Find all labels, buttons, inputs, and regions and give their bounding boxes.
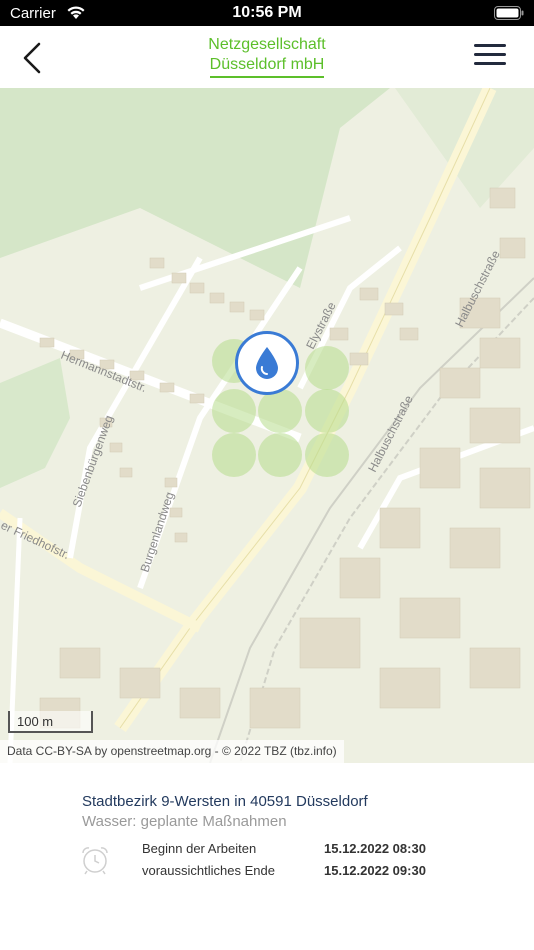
water-drop-marker[interactable] [235,331,299,395]
company-logo: Netzgesellschaft Düsseldorf mbH [0,35,534,78]
alarm-clock-icon [82,847,108,875]
nav-bar: Netzgesellschaft Düsseldorf mbH [0,26,534,88]
street-label: er Friedhofstr. [0,518,72,562]
street-label: Burgenlandweg [138,490,177,574]
logo-line1: Netzgesellschaft [208,36,326,53]
end-value: 15.12.2022 09:30 [324,863,426,878]
location-title: Stadtbezirk 9-Wersten in 40591 Düsseldor… [82,793,368,810]
clock-time: 10:56 PM [232,4,302,21]
water-drop-icon [256,347,278,379]
map-attribution[interactable]: Data CC-BY-SA by openstreetmap.org - © 2… [0,740,344,763]
battery-icon [494,6,524,20]
status-bar: Carrier 10:56 PM [0,0,534,26]
location-subtitle: Wasser: geplante Maßnahmen [82,813,287,830]
hamburger-icon [474,44,506,47]
street-label: Halbuschstraße [365,393,416,475]
map-scale-bar: 100 m [8,711,93,733]
info-panel: Stadtbezirk 9-Wersten in 40591 Düsseldor… [0,763,534,950]
logo-line2: Düsseldorf mbH [209,55,325,78]
end-label: voraussichtliches Ende [142,863,275,878]
map-canvas: Halbuschstraße Halbuschstraße Elystraße … [0,88,534,763]
start-label: Beginn der Arbeiten [142,841,257,856]
start-value: 15.12.2022 08:30 [324,841,426,856]
menu-button[interactable] [474,44,506,70]
street-label: Siebenbürgenweg [70,413,116,509]
map-view[interactable]: Halbuschstraße Halbuschstraße Elystraße … [0,88,534,763]
